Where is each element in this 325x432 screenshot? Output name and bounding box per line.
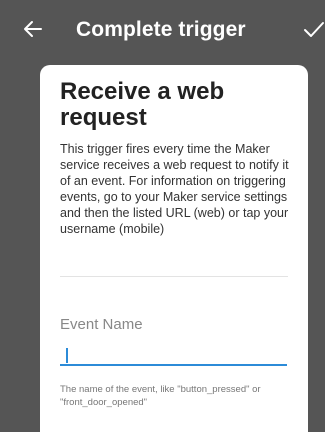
top-bar: Complete trigger [0,0,325,62]
trigger-title: Receive a web request [60,78,225,131]
page-title: Complete trigger [76,18,246,41]
arrow-left-icon [24,21,42,37]
event-name-help-text: The name of the event, like "button_pres… [60,384,261,408]
trigger-card: Receive a web request This trigger fires… [40,65,308,432]
trigger-description: This trigger fires every time the Maker … [60,142,289,236]
text-cursor [66,348,68,363]
back-button[interactable] [22,18,44,40]
checkmark-icon [304,22,324,37]
confirm-button[interactable] [302,19,325,41]
event-name-label: Event Name [60,316,143,333]
divider [60,276,288,277]
event-name-input[interactable] [60,344,287,366]
